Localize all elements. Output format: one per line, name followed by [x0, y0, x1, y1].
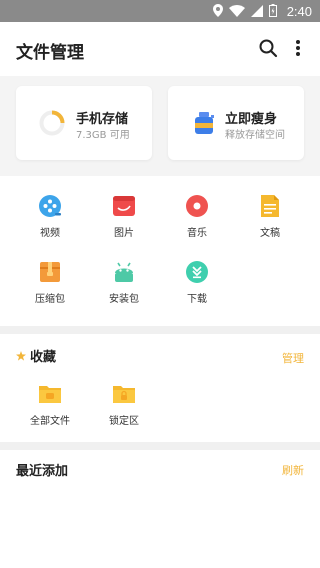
clean-up-card[interactable]: 立即瘦身 释放存储空间 — [168, 86, 304, 160]
signal-icon — [250, 2, 263, 21]
category-label: 文稿 — [260, 228, 280, 239]
category-video[interactable]: 视频 — [20, 194, 80, 242]
search-icon — [258, 38, 278, 62]
archive-icon — [38, 260, 62, 284]
category-archive[interactable]: 压缩包 — [20, 260, 80, 308]
favorites-section: 收藏 管理 全部文件 锁定区 — [0, 334, 320, 442]
phone-storage-title: 手机存储 — [76, 112, 129, 127]
category-label: 安装包 — [109, 294, 139, 305]
more-options-button[interactable] — [286, 38, 310, 62]
favorite-label: 锁定区 — [109, 416, 139, 427]
page-title: 文件管理 — [16, 43, 84, 63]
favorite-all-files[interactable]: 全部文件 — [20, 382, 80, 432]
locked-folder-icon — [112, 382, 136, 406]
document-icon — [258, 194, 282, 218]
status-icons: 2:40 — [212, 0, 312, 22]
category-download[interactable]: 下载 — [167, 260, 227, 308]
favorite-locked-area[interactable]: 锁定区 — [94, 382, 154, 432]
wifi-icon — [228, 2, 245, 21]
category-music[interactable]: 音乐 — [167, 194, 227, 242]
category-label: 下载 — [187, 294, 207, 305]
battery-icon — [268, 2, 277, 21]
folder-icon — [38, 382, 62, 406]
clean-up-title: 立即瘦身 — [225, 112, 278, 127]
category-grid: 视频 图片 音乐 文稿 压缩包 安装包 下载 — [0, 176, 320, 326]
category-image[interactable]: 图片 — [94, 194, 154, 242]
download-icon — [185, 260, 209, 284]
section-divider — [0, 326, 320, 334]
phone-storage-card[interactable]: 手机存储 7.3GB 可用 — [16, 86, 152, 160]
status-time: 2:40 — [286, 3, 312, 19]
favorite-label: 全部文件 — [30, 416, 70, 427]
phone-storage-available: 7.3GB 可用 — [76, 130, 130, 141]
android-icon — [112, 260, 136, 284]
music-icon — [185, 194, 209, 218]
clean-up-subtitle: 释放存储空间 — [225, 130, 285, 141]
status-bar: 2:40 — [0, 0, 320, 22]
refresh-button[interactable]: 刷新 — [282, 462, 304, 478]
recent-section: 最近添加 刷新 — [0, 450, 320, 568]
app-header: 文件管理 — [0, 22, 320, 76]
favorites-title: 收藏 — [30, 350, 57, 365]
recent-title: 最近添加 — [16, 464, 69, 479]
image-icon — [112, 194, 136, 218]
storage-area: 手机存储 7.3GB 可用 立即瘦身 释放存储空间 — [0, 76, 320, 176]
more-vert-icon — [295, 39, 301, 61]
video-icon — [38, 194, 62, 218]
category-document[interactable]: 文稿 — [240, 194, 300, 242]
category-label: 音乐 — [187, 228, 207, 239]
location-icon — [212, 2, 223, 21]
category-label: 压缩包 — [35, 294, 65, 305]
category-apk[interactable]: 安装包 — [94, 260, 154, 308]
search-button[interactable] — [256, 38, 280, 62]
star-icon — [16, 346, 26, 365]
storage-ring-icon — [38, 109, 66, 137]
category-label: 视频 — [40, 228, 60, 239]
category-label: 图片 — [114, 228, 134, 239]
clean-bottle-icon — [190, 109, 218, 137]
manage-favorites-button[interactable]: 管理 — [282, 350, 304, 366]
favorites-header: 收藏 — [16, 346, 56, 365]
section-divider — [0, 442, 320, 450]
